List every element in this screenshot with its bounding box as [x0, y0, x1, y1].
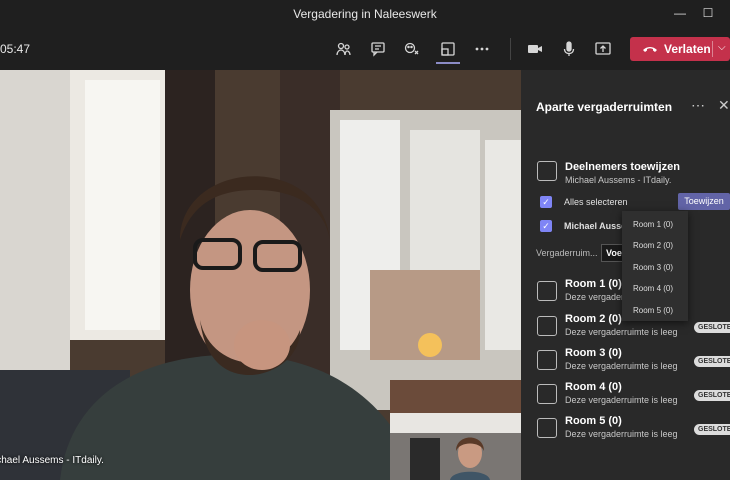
participant-name-tag: ichael Aussems - ITdaily.	[0, 455, 104, 466]
reactions-icon[interactable]	[401, 38, 423, 60]
room-icon	[537, 384, 557, 404]
room-name: Room 3 (0)	[565, 347, 622, 359]
dropdown-option[interactable]: Room 4 (0)	[633, 284, 673, 293]
room-status-badge: GESLOTEN	[694, 390, 730, 401]
participant-checkbox[interactable]: ✓	[540, 220, 552, 232]
room-item[interactable]: Room 3 (0) Deze vergaderruimte is leeg G…	[537, 347, 730, 377]
title-bar: Vergadering in Naleeswerk — ☐	[0, 0, 730, 28]
participant-label: Michael Ausser	[564, 221, 630, 231]
room-status-badge: GESLOTEN	[694, 424, 730, 435]
select-all-label: Alles selecteren	[564, 197, 628, 207]
room-status-badge: GESLOTEN	[694, 356, 730, 367]
leave-button[interactable]: Verlaten ⌵	[630, 37, 730, 61]
self-view-frame	[390, 413, 521, 480]
room-status: Deze vergaderruimte is leeg	[565, 361, 678, 371]
room-name: Room 1 (0)	[565, 278, 622, 290]
assign-title[interactable]: Deelnemers toewijzen	[565, 161, 680, 173]
dropdown-option[interactable]: Room 3 (0)	[633, 263, 673, 272]
phone-hangup-icon	[643, 47, 657, 52]
room-select-dropdown: Room 1 (0) Room 2 (0) Room 3 (0) Room 4 …	[622, 211, 688, 321]
active-tab-indicator	[436, 62, 460, 64]
chat-icon[interactable]	[367, 38, 389, 60]
toolbar-divider	[510, 38, 511, 60]
select-all-checkbox[interactable]: ✓	[540, 196, 552, 208]
window-title: Vergadering in Naleeswerk	[293, 7, 437, 21]
assign-participants-icon	[537, 161, 557, 181]
room-item[interactable]: Room 4 (0) Deze vergaderruimte is leeg G…	[537, 381, 730, 411]
room-icon	[537, 350, 557, 370]
close-icon[interactable]: ✕	[718, 97, 730, 114]
room-name: Room 4 (0)	[565, 381, 622, 393]
assign-button[interactable]: Toewijzen	[678, 193, 730, 210]
rooms-filter-label: Vergaderruim...	[536, 248, 598, 258]
dropdown-option[interactable]: Room 2 (0)	[633, 241, 673, 250]
self-view-video[interactable]	[390, 413, 521, 480]
maximize-button[interactable]: ☐	[698, 4, 718, 22]
meeting-timer: 05:47	[0, 42, 31, 56]
room-icon	[537, 281, 557, 301]
room-name: Room 2 (0)	[565, 313, 622, 325]
panel-more-icon[interactable]: ⋯	[691, 97, 705, 114]
room-status-badge: GESLOTEN	[694, 322, 730, 333]
breakout-rooms-icon[interactable]	[437, 38, 459, 60]
more-icon[interactable]	[471, 38, 493, 60]
mic-icon[interactable]	[558, 38, 580, 60]
room-status: Deze vergaderruimte is leeg	[565, 429, 678, 439]
room-status: Deze vergaderruimte is leeg	[565, 327, 678, 337]
room-name: Room 5 (0)	[565, 415, 622, 427]
assign-subtitle: Michael Aussems - ITdaily.	[565, 175, 672, 185]
leave-label: Verlaten	[664, 42, 711, 56]
leave-divider	[712, 41, 713, 57]
dropdown-option[interactable]: Room 5 (0)	[633, 306, 673, 315]
room-icon	[537, 316, 557, 336]
dropdown-option[interactable]: Room 1 (0)	[633, 220, 673, 229]
people-icon[interactable]	[333, 38, 355, 60]
room-status: Deze vergaderruimte is leeg	[565, 395, 678, 405]
chevron-down-icon[interactable]: ⌵	[718, 42, 726, 53]
room-item[interactable]: Room 5 (0) Deze vergaderruimte is leeg G…	[537, 415, 730, 445]
share-icon[interactable]	[592, 38, 614, 60]
meeting-toolbar: 05:47 Verlaten ⌵	[0, 28, 730, 70]
minimize-button[interactable]: —	[670, 4, 690, 22]
camera-icon[interactable]	[524, 38, 546, 60]
room-icon	[537, 418, 557, 438]
room-status: Deze vergader	[565, 292, 625, 302]
panel-title: Aparte vergaderruimten	[536, 100, 673, 114]
